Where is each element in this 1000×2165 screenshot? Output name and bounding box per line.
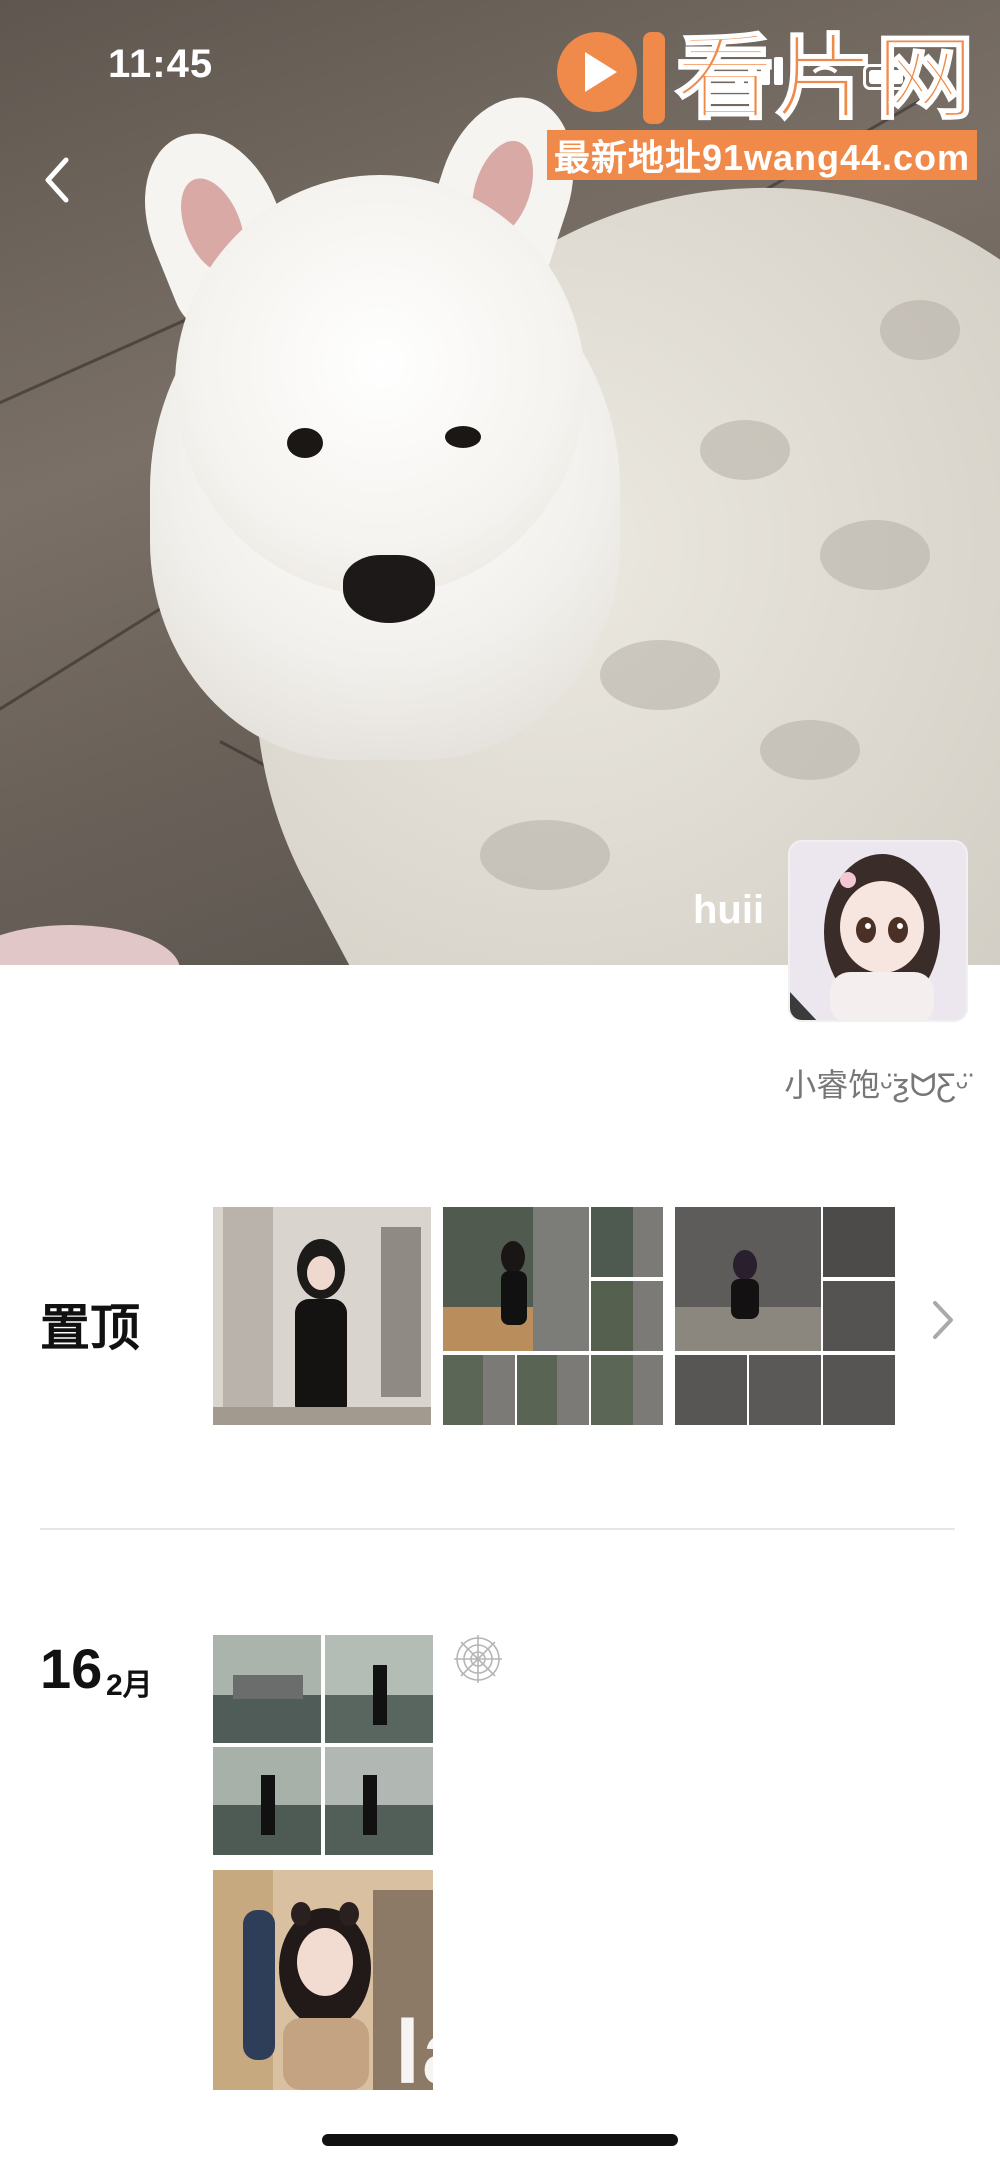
- photo-collage-garden: [443, 1207, 663, 1425]
- blanket-texture: [820, 520, 930, 590]
- post-date-month: 2月: [106, 1669, 153, 1702]
- photo-collage-pavilion: [213, 1635, 433, 1855]
- blanket-texture: [880, 300, 960, 360]
- pinned-thumb-1[interactable]: [213, 1207, 431, 1425]
- username-overlay: huii: [693, 888, 765, 932]
- blanket-texture: [600, 640, 720, 710]
- spiderweb-icon: [452, 1633, 504, 1685]
- watermark-url: 最新地址91wang44.com: [547, 130, 977, 180]
- dog-head: [175, 175, 585, 595]
- site-watermark-text: lanjin.cc: [395, 2003, 774, 2103]
- chevron-left-icon: [45, 157, 69, 203]
- dog-nose: [343, 555, 435, 623]
- post-date-day: 16: [40, 1637, 103, 1700]
- avatar-doll-image: [790, 842, 966, 1020]
- dog-eye-right: [445, 426, 481, 448]
- pinned-thumb-3[interactable]: [675, 1207, 895, 1425]
- photo-collage-wall: [675, 1207, 895, 1425]
- pink-cushion: [0, 925, 180, 965]
- pinned-thumb-2[interactable]: [443, 1207, 663, 1425]
- home-indicator[interactable]: [322, 2134, 678, 2146]
- watermark-logo: 看片网: [545, 10, 985, 135]
- blanket-texture: [700, 420, 790, 480]
- profile-signature: 小睿饱ᵕ̈ƺᗢƸᵕ̈: [784, 1067, 968, 1103]
- pinned-label: 置顶: [40, 1300, 140, 1356]
- photo-woman-indoor: [213, 1207, 431, 1425]
- watermark-logo-art: 看片网: [557, 24, 976, 133]
- chevron-right-icon: [933, 1301, 953, 1339]
- post-thumb-collage[interactable]: [213, 1635, 433, 1855]
- blanket-texture: [760, 720, 860, 780]
- back-button[interactable]: [40, 150, 80, 210]
- watermark-logo-text: 看片网: [675, 25, 975, 132]
- blanket-texture: [480, 820, 610, 890]
- avatar[interactable]: [788, 840, 968, 1022]
- pinned-more-button[interactable]: [925, 1295, 961, 1345]
- dog-eye-left: [287, 428, 323, 458]
- section-divider: [40, 1528, 955, 1530]
- status-time: 11:45: [108, 42, 214, 86]
